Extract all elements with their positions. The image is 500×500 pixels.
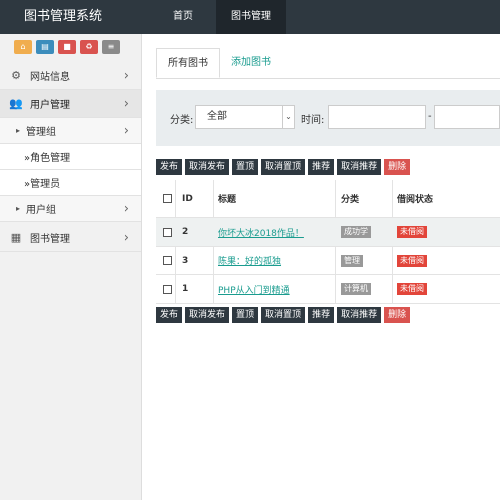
delete-button[interactable]: 删除 (384, 307, 411, 323)
caret-right-icon: ▸ (15, 126, 20, 135)
list-icon[interactable]: ≡ (102, 40, 120, 54)
sidebar-item-label: 网站信息 (30, 72, 70, 83)
chevron-right-icon: › (123, 123, 129, 138)
category-label: 分类: (170, 115, 194, 126)
nav-book-management[interactable]: 图书管理 (216, 0, 286, 34)
main-content: 所有图书 添加图书 分类: 全部 ⌄ 时间: - 发布 取消发布 置顶 取消置顶… (142, 34, 500, 500)
col-status: 借阅状态 (397, 195, 434, 205)
users-icon: 👥 (9, 97, 23, 110)
sidebar-item-role-management[interactable]: »角色管理 (0, 144, 141, 170)
sidebar-item-label: 用户组 (26, 205, 56, 216)
sidebar-item-label: »角色管理 (24, 153, 71, 164)
pin-button[interactable]: 置顶 (232, 307, 259, 323)
sidebar-item-label: 管理组 (26, 127, 56, 138)
status-badge: 未借阅 (397, 254, 427, 267)
file-icon[interactable]: ▤ (36, 40, 54, 54)
chevron-right-icon: › (123, 68, 129, 83)
sidebar-item-administrator[interactable]: »管理员 (0, 170, 141, 196)
time-start-input[interactable] (328, 105, 426, 129)
chevron-right-icon: › (123, 230, 129, 245)
chevron-right-icon: › (123, 96, 129, 111)
time-end-input[interactable] (434, 105, 500, 129)
chevron-down-icon: ⌄ (282, 106, 294, 128)
select-all-checkbox[interactable] (163, 194, 172, 203)
row-id: 2 (182, 227, 189, 237)
tab-add-book[interactable]: 添加图书 (220, 48, 282, 78)
home-icon[interactable]: ⌂ (14, 40, 32, 54)
category-badge: 成功学 (341, 226, 371, 238)
category-select-value: 全部 (207, 111, 227, 122)
publish-button[interactable]: 发布 (156, 307, 183, 323)
col-category: 分类 (341, 195, 360, 205)
shortcut-bar: ⌂ ▤ ■ ♻ ≡ (14, 40, 120, 54)
sidebar-item-user-group[interactable]: ▸ 用户组 › (0, 196, 141, 222)
table-row: 3 陈果：好的孤独 管理 未借阅 (156, 247, 500, 275)
top-header: 图书管理系统 首页 图书管理 (0, 0, 500, 34)
unpublish-button[interactable]: 取消发布 (185, 159, 230, 175)
delete-button[interactable]: 删除 (384, 159, 411, 175)
grid-icon: ▦ (10, 231, 22, 244)
tab-bar: 所有图书 添加图书 (156, 48, 282, 78)
row-checkbox[interactable] (163, 256, 172, 265)
recommend-button[interactable]: 推荐 (308, 159, 335, 175)
nav-home[interactable]: 首页 (150, 0, 216, 34)
category-select[interactable]: 全部 ⌄ (195, 105, 295, 129)
unpublish-button[interactable]: 取消发布 (185, 307, 230, 323)
unrecommend-button[interactable]: 取消推荐 (337, 307, 382, 323)
time-label: 时间: (301, 115, 325, 126)
app-logo: 图书管理系统 (24, 9, 103, 24)
recommend-button[interactable]: 推荐 (308, 307, 335, 323)
sidebar: ⌂ ▤ ■ ♻ ≡ ⚙ 网站信息 › 👥 用户管理 › ▸ 管理组 › »角色管… (0, 34, 142, 500)
row-checkbox[interactable] (163, 284, 172, 294)
sidebar-item-admin-group[interactable]: ▸ 管理组 › (0, 118, 141, 144)
caret-right-icon: ▸ (15, 204, 20, 213)
publish-button[interactable]: 发布 (156, 159, 183, 175)
sidebar-item-label: 用户管理 (30, 100, 70, 111)
category-badge: 管理 (341, 254, 363, 267)
sidebar-item-book-management[interactable]: ▦ 图书管理 › (0, 224, 141, 252)
filter-panel: 分类: 全部 ⌄ 时间: - (156, 90, 500, 146)
table-row: 2 你坏大冰2018作品！ 成功学 未借阅 (156, 218, 500, 247)
row-checkbox[interactable] (163, 227, 172, 237)
sidebar-item-label: »管理员 (24, 179, 61, 190)
row-id: 3 (182, 255, 189, 266)
row-id: 1 (182, 284, 189, 294)
chevron-right-icon: › (123, 201, 129, 216)
col-title: 标题 (218, 195, 237, 205)
recycle-icon[interactable]: ♻ (80, 40, 98, 54)
status-badge: 未借阅 (397, 283, 427, 295)
col-id: ID (182, 193, 193, 204)
action-bar-top: 发布 取消发布 置顶 取消置顶 推荐 取消推荐 删除 (156, 159, 411, 175)
sidebar-item-user-management[interactable]: 👥 用户管理 › (0, 90, 141, 118)
tab-all-books[interactable]: 所有图书 (156, 48, 220, 78)
table-row: 1 PHP从入门到精通 计算机 未借阅 (156, 275, 500, 304)
sidebar-item-site-info[interactable]: ⚙ 网站信息 › (0, 62, 141, 90)
gears-icon: ⚙ (11, 69, 21, 82)
top-nav: 首页 图书管理 (150, 0, 286, 34)
book-title-link[interactable]: PHP从入门到精通 (218, 283, 290, 296)
table-header: ID 标题 分类 借阅状态 (156, 180, 500, 218)
book-title-link[interactable]: 你坏大冰2018作品！ (218, 226, 304, 239)
sidebar-item-label: 图书管理 (30, 234, 70, 245)
status-badge: 未借阅 (397, 226, 427, 238)
book-title-link[interactable]: 陈果：好的孤独 (218, 254, 281, 267)
pin-button[interactable]: 置顶 (232, 159, 259, 175)
trash-icon[interactable]: ■ (58, 40, 76, 54)
time-range-separator: - (428, 111, 432, 122)
action-bar-bottom: 发布 取消发布 置顶 取消置顶 推荐 取消推荐 删除 (156, 307, 411, 323)
unrecommend-button[interactable]: 取消推荐 (337, 159, 382, 175)
category-badge: 计算机 (341, 283, 371, 295)
unpin-button[interactable]: 取消置顶 (261, 307, 306, 323)
tab-divider (156, 78, 500, 79)
unpin-button[interactable]: 取消置顶 (261, 159, 306, 175)
